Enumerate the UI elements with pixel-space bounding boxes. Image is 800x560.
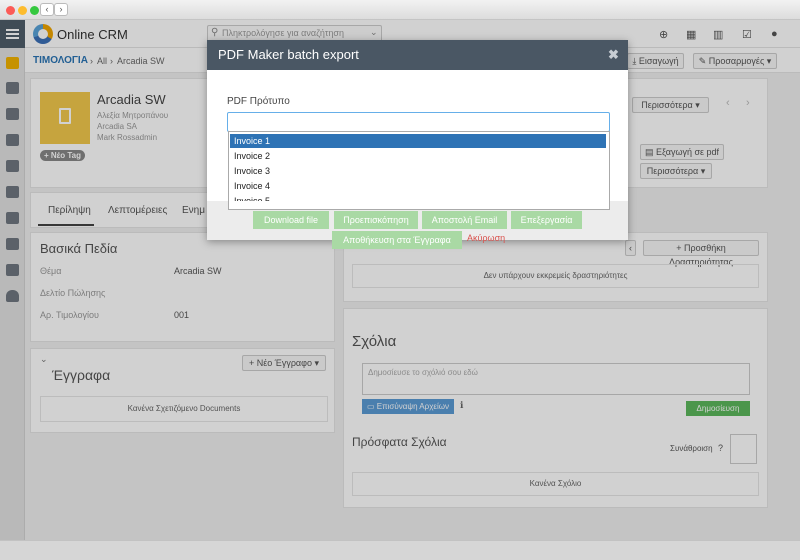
browser-bottom-bar: [0, 540, 800, 560]
back-icon[interactable]: ‹: [40, 3, 54, 16]
preview-button[interactable]: Προεπισκόπηση: [334, 211, 418, 229]
save-to-documents-button[interactable]: Αποθήκευση στα Έγγραφα: [332, 231, 462, 249]
pdf-template-label: PDF Πρότυπο: [227, 96, 290, 107]
modal-title: PDF Maker batch export: [218, 47, 359, 62]
minimize-window-dot[interactable]: [18, 6, 27, 15]
option-invoice-3[interactable]: Invoice 3: [230, 164, 606, 178]
option-invoice-4[interactable]: Invoice 4: [230, 179, 606, 193]
download-file-button[interactable]: Download file: [253, 211, 329, 229]
option-invoice-2[interactable]: Invoice 2: [230, 149, 606, 163]
close-window-dot[interactable]: [6, 6, 15, 15]
pdf-template-select[interactable]: [227, 112, 610, 132]
option-invoice-1[interactable]: Invoice 1: [230, 134, 606, 148]
cancel-button[interactable]: Ακύρωση: [467, 233, 505, 243]
browser-chrome: [0, 0, 800, 20]
dropdown-bottom-edge: [228, 201, 610, 210]
send-email-button[interactable]: Αποστολή Email: [422, 211, 507, 229]
maximize-window-dot[interactable]: [30, 6, 39, 15]
edit-button[interactable]: Επεξεργασία: [511, 211, 582, 229]
forward-icon[interactable]: ›: [54, 3, 68, 16]
close-icon[interactable]: ✖: [608, 47, 619, 63]
